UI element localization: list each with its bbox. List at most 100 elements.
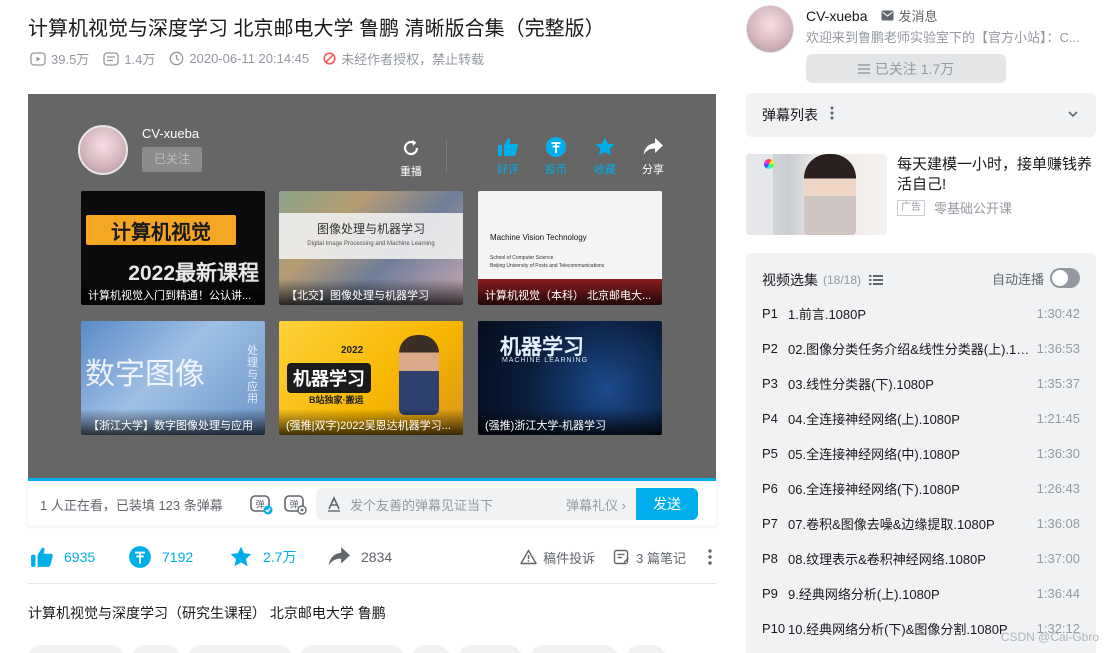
episode-duration: 1:36:08: [1036, 516, 1080, 531]
watermark: CSDN @Cai-Gbro: [1000, 630, 1099, 644]
autoplay-toggle[interactable]: [1050, 268, 1080, 288]
toolbar-right: 稿件投诉 3 篇笔记: [520, 540, 716, 574]
ad-thumbnail[interactable]: [746, 154, 887, 235]
follow-button[interactable]: 已关注 1.7万: [806, 54, 1006, 83]
notes-button[interactable]: 3 篇笔记: [613, 548, 686, 567]
share-icon: [643, 138, 663, 155]
danmaku-status: 1 人正在看，已装填 123 条弹幕: [40, 497, 223, 513]
episode-item[interactable]: P1 1.前言.1080P 1:30:42: [746, 296, 1096, 331]
tag[interactable]: [132, 645, 180, 653]
coin-button[interactable]: 7192: [128, 545, 229, 569]
episode-item[interactable]: P2 02.图像分类任务介绍&线性分类器(上).1080P 1:36:53: [746, 331, 1096, 366]
publish-time-text: 2020-06-11 20:14:45: [189, 51, 310, 66]
player-progress-bar[interactable]: [28, 478, 716, 481]
font-style-icon[interactable]: [326, 496, 342, 512]
episode-item[interactable]: P9 9.经典网络分析(上).1080P 1:36:44: [746, 576, 1096, 611]
ad-color-wheel: [764, 159, 774, 169]
note-icon: [613, 549, 630, 565]
tag[interactable]: [28, 645, 124, 653]
thumb-subtitle: 处理与应用: [247, 345, 258, 405]
report-button[interactable]: 稿件投诉: [520, 548, 595, 567]
copyright-notice: 未经作者授权，禁止转载: [323, 49, 484, 68]
episode-item[interactable]: P8 08.纹理表示&卷积神经网络.1080P 1:37:00: [746, 541, 1096, 576]
danmaku-send-button[interactable]: 发送: [636, 488, 698, 520]
episode-number: P9: [762, 586, 778, 601]
recommend-video-4[interactable]: 数字图像 处理与应用 【浙江大学】数字图像处理与应用: [81, 321, 265, 435]
danmaku-list-title: 弹幕列表: [762, 107, 818, 123]
video-toolbar: 6935 7192 2.7万 2834 稿件投诉 3 篇笔记: [30, 540, 716, 574]
player-like-button[interactable]: 好评: [490, 136, 526, 177]
episode-duration: 1:35:37: [1036, 376, 1080, 391]
replay-button[interactable]: 重播: [398, 138, 424, 179]
danmaku-settings[interactable]: 弹: [278, 493, 312, 515]
share-button[interactable]: 2834: [327, 546, 392, 568]
play-count-icon: [30, 51, 46, 66]
svg-text:弹: 弹: [289, 499, 298, 511]
replay-icon: [403, 140, 419, 156]
ad-footer: 广告 零基础公开课: [897, 198, 1012, 217]
episode-item[interactable]: P5 05.全连接神经网络(中).1080P 1:36:30: [746, 436, 1096, 471]
follow-label: 已关注 1.7万: [874, 60, 955, 77]
recommend-caption-2: 【北交】图像处理与机器学习: [279, 279, 463, 305]
uploader-header: CV-xueba 发消息: [806, 6, 938, 25]
episode-item[interactable]: P4 04.全连接神经网络(上).1080P 1:21:45: [746, 401, 1096, 436]
recommend-caption-6: (强推)浙江大学-机器学习: [478, 409, 662, 435]
ad-title[interactable]: 每天建模一小时，接单赚钱养活自己!: [897, 155, 1097, 195]
thumb-school: School of Computer Science: [490, 255, 554, 261]
episode-number: P10: [762, 621, 786, 636]
danmaku-list-expand[interactable]: [1066, 107, 1080, 124]
thumb-title: 机器学习: [287, 363, 371, 393]
tag[interactable]: [626, 645, 666, 653]
tag[interactable]: [412, 645, 450, 653]
player-up-avatar[interactable]: [78, 125, 128, 175]
send-message-button[interactable]: 发消息: [881, 6, 938, 25]
recommend-video-5[interactable]: 2022 机器学习 B站独家·搬运 (强推|双字)2022吴恩达机器学习...: [279, 321, 463, 435]
episode-item[interactable]: P3 03.线性分类器(下).1080P 1:35:37: [746, 366, 1096, 401]
recommend-video-2[interactable]: 图像处理与机器学习 Digital Image Processing and M…: [279, 191, 463, 305]
video-player[interactable]: CV-xueba 已关注 重播 好评 投币 收藏 分享 计算机视觉 2022最新…: [28, 94, 716, 480]
more-button[interactable]: [704, 549, 716, 565]
episode-title: 05.全连接神经网络(中).1080P: [788, 447, 960, 462]
coin-icon: [546, 137, 566, 157]
chevron-down-icon: [1068, 111, 1078, 118]
tag[interactable]: [530, 645, 618, 653]
player-coin-button[interactable]: 投币: [538, 136, 574, 177]
replay-label: 重播: [400, 166, 422, 178]
danmaku-input[interactable]: 发个友善的弹幕见证当下 弹幕礼仪 ›: [316, 488, 636, 520]
episode-duration: 1:36:30: [1036, 446, 1080, 461]
episode-title: 02.图像分类任务介绍&线性分类器(上).1080P: [788, 342, 1037, 357]
episode-number: P4: [762, 411, 778, 426]
episode-panel: 视频选集 (18/18) 自动连播 P1 1.前言.1080P 1:30:42 P2 0…: [746, 253, 1096, 653]
episode-duration: 1:36:53: [1036, 341, 1080, 356]
list-view-icon[interactable]: [869, 274, 884, 286]
recommend-video-6[interactable]: 机器学习 MACHINE LEARNING (强推)浙江大学-机器学习: [478, 321, 662, 435]
tag[interactable]: [458, 645, 522, 653]
coin-count: 7192: [162, 549, 194, 565]
episode-item[interactable]: P7 07.卷积&图像去噪&边缘提取.1080P 1:36:08: [746, 506, 1096, 541]
ad-card[interactable]: 每天建模一小时，接单赚钱养活自己! 广告 零基础公开课: [746, 154, 1096, 236]
views-count: 39.5万: [51, 52, 90, 67]
tag[interactable]: [188, 645, 292, 653]
tag[interactable]: [300, 645, 404, 653]
thumbs-up-icon: [31, 547, 53, 567]
danmaku-list-more[interactable]: [830, 106, 834, 125]
danmaku-settings-icon: 弹: [284, 495, 307, 515]
recommend-video-3[interactable]: Machine Vision Technology School of Comp…: [478, 191, 662, 305]
star-icon: [230, 546, 252, 567]
episode-item[interactable]: P6 06.全连接神经网络(下).1080P 1:26:43: [746, 471, 1096, 506]
player-share-button[interactable]: 分享: [635, 136, 671, 177]
player-up-name[interactable]: CV-xueba: [142, 126, 199, 141]
uploader-name[interactable]: CV-xueba: [806, 8, 867, 24]
recommend-video-1[interactable]: 计算机视觉 2022最新课程 计算机视觉入门到精通！公认讲...: [81, 191, 265, 305]
danmaku-toggle[interactable]: 弹: [244, 493, 278, 515]
danmaku-list-header[interactable]: 弹幕列表: [746, 93, 1096, 137]
danmaku-etiquette-link[interactable]: 弹幕礼仪 ›: [566, 495, 626, 514]
player-followed-button[interactable]: 已关注: [142, 147, 202, 172]
video-description: 计算机视觉与深度学习（研究生课程） 北京邮电大学 鲁鹏: [28, 605, 386, 621]
uploader-avatar[interactable]: [746, 5, 794, 53]
recommend-caption-3: 计算机视觉（本科） 北京邮电大...: [478, 279, 662, 305]
like-button[interactable]: 6935: [30, 546, 128, 568]
favorite-button[interactable]: 2.7万: [229, 545, 327, 569]
ad-source[interactable]: 零基础公开课: [934, 198, 1012, 217]
player-favorite-button[interactable]: 收藏: [587, 136, 623, 177]
